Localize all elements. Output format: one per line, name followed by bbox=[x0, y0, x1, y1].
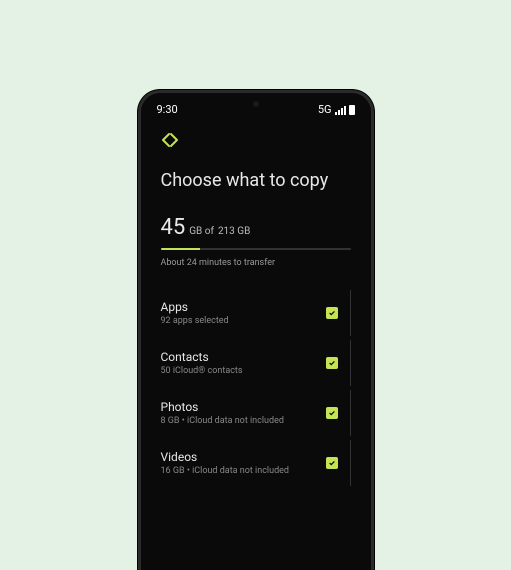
storage-progress-fill bbox=[161, 248, 201, 250]
checkbox-apps[interactable] bbox=[326, 307, 338, 319]
item-text: Photos 8 GB • iCloud data not included bbox=[161, 400, 284, 426]
storage-total-value: 213 GB bbox=[218, 226, 250, 237]
signal-icon bbox=[335, 105, 346, 115]
checkbox-photos[interactable] bbox=[326, 407, 338, 419]
status-bar: 9:30 5G bbox=[141, 93, 371, 122]
page-title: Choose what to copy bbox=[161, 170, 351, 191]
storage-summary: 45 GB of 213 GB bbox=[161, 215, 351, 240]
item-title: Contacts bbox=[161, 350, 243, 364]
checkbox-videos[interactable] bbox=[326, 457, 338, 469]
transfer-arrows-icon bbox=[161, 132, 351, 152]
time-estimate: About 24 minutes to transfer bbox=[161, 258, 351, 268]
item-text: Apps 92 apps selected bbox=[161, 300, 229, 326]
check-icon bbox=[328, 309, 336, 317]
item-text: Contacts 50 iCloud® contacts bbox=[161, 350, 243, 376]
item-subtitle: 16 GB • iCloud data not included bbox=[161, 466, 290, 476]
check-icon bbox=[328, 359, 336, 367]
item-title: Photos bbox=[161, 400, 284, 414]
item-subtitle: 50 iCloud® contacts bbox=[161, 366, 243, 376]
status-right: 5G bbox=[318, 103, 355, 116]
check-icon bbox=[328, 409, 336, 417]
check-icon bbox=[328, 459, 336, 467]
network-label: 5G bbox=[318, 103, 332, 116]
item-subtitle: 8 GB • iCloud data not included bbox=[161, 416, 284, 426]
item-text: Videos 16 GB • iCloud data not included bbox=[161, 450, 290, 476]
list-item-photos[interactable]: Photos 8 GB • iCloud data not included bbox=[161, 390, 351, 436]
list-item-contacts[interactable]: Contacts 50 iCloud® contacts bbox=[161, 340, 351, 386]
list-item-apps[interactable]: Apps 92 apps selected bbox=[161, 290, 351, 336]
status-time: 9:30 bbox=[157, 103, 178, 116]
item-title: Videos bbox=[161, 450, 290, 464]
item-subtitle: 92 apps selected bbox=[161, 316, 229, 326]
camera-notch bbox=[253, 101, 259, 107]
storage-used-unit: GB of bbox=[189, 226, 214, 237]
battery-icon bbox=[349, 105, 355, 115]
checkbox-contacts[interactable] bbox=[326, 357, 338, 369]
storage-used-value: 45 bbox=[161, 215, 186, 240]
screen-content: Choose what to copy 45 GB of 213 GB Abou… bbox=[141, 122, 371, 486]
storage-progress-bar bbox=[161, 248, 351, 250]
item-title: Apps bbox=[161, 300, 229, 314]
phone-frame: 9:30 5G Choose what to copy 45 GB of 213… bbox=[138, 90, 374, 570]
list-item-videos[interactable]: Videos 16 GB • iCloud data not included bbox=[161, 440, 351, 486]
